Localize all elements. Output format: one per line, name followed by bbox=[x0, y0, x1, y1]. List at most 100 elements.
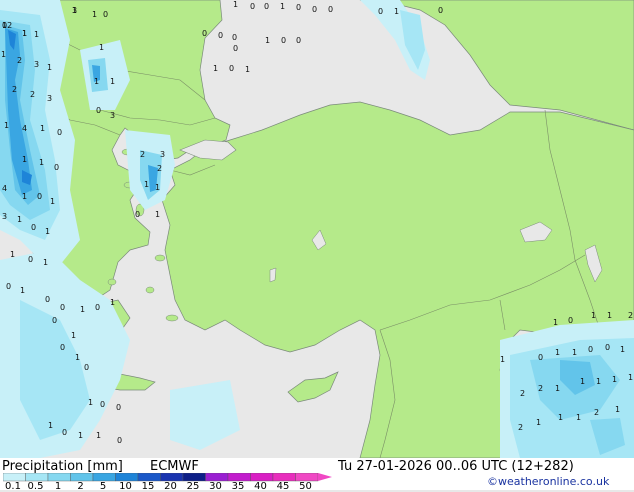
scale-swatch bbox=[25, 473, 49, 482]
scale-label: 10 bbox=[119, 481, 132, 492]
map-value: 3 bbox=[2, 212, 7, 221]
scale-label: 30 bbox=[209, 481, 222, 492]
map-value: 1 bbox=[75, 353, 80, 362]
map-value: 2 bbox=[538, 384, 543, 393]
map-value: 1 bbox=[39, 158, 44, 167]
scale-swatch bbox=[250, 473, 274, 482]
map-value: 1 bbox=[22, 155, 27, 164]
map-value: 1 bbox=[99, 43, 104, 52]
scale-swatch bbox=[205, 473, 229, 482]
map-value: 1 bbox=[265, 36, 270, 45]
scale-swatch bbox=[227, 473, 251, 482]
map-value: 0 bbox=[296, 36, 301, 45]
map-canvas: 1 2 1 3 1 0 1 1 1 0 0 1 0 0 0 0 1 0 0 0 0 1 0 0 0 1 0 1 1 2 3 1 2 2 3 1 4 1 0 1… bbox=[0, 0, 634, 458]
map-value: 1 bbox=[22, 29, 27, 38]
map-value: 1 bbox=[78, 431, 83, 440]
map-value: 0 bbox=[438, 6, 443, 15]
map-value: 2 bbox=[30, 90, 35, 99]
scale-swatch bbox=[182, 473, 206, 482]
map-value: 1 bbox=[536, 418, 541, 427]
map-value: 1 bbox=[591, 311, 596, 320]
map-value: 1 bbox=[576, 413, 581, 422]
scale-label: 5 bbox=[99, 481, 107, 492]
map-value: 1 bbox=[110, 298, 115, 307]
map-value: 0 bbox=[605, 343, 610, 352]
map-value: 0 bbox=[117, 436, 122, 445]
map-value: 1 bbox=[580, 377, 585, 386]
map-value: 1 bbox=[43, 258, 48, 267]
map-value: 1 bbox=[233, 0, 238, 9]
map-value: 1 bbox=[628, 373, 633, 382]
map-value: 2 bbox=[518, 423, 523, 432]
map-value: 0 bbox=[135, 210, 140, 219]
map-value: 0 bbox=[538, 353, 543, 362]
scale-label: 50 bbox=[299, 481, 312, 492]
scale-swatch bbox=[115, 473, 139, 482]
map-value: 1 bbox=[500, 355, 505, 364]
map-value: 2 bbox=[12, 85, 17, 94]
scale-label: 35 bbox=[231, 481, 245, 492]
map-value: 0 bbox=[202, 29, 207, 38]
scale-label: 1 bbox=[54, 481, 62, 492]
map-value: 0 bbox=[60, 303, 65, 312]
scale-swatch bbox=[3, 473, 26, 482]
map-value: 0 bbox=[328, 5, 333, 14]
map-value: 4 bbox=[22, 124, 27, 133]
map-value: 2 bbox=[520, 389, 525, 398]
map-value: 0 bbox=[28, 255, 33, 264]
map-value: 1 bbox=[96, 431, 101, 440]
map-value: 1 bbox=[22, 192, 27, 201]
map-value: 0 bbox=[281, 36, 286, 45]
scale-swatch bbox=[92, 473, 116, 482]
footer-copyright: ©weatheronline.co.uk bbox=[487, 475, 610, 488]
precipitation-map: 1 2 1 3 1 0 1 1 1 0 0 1 0 0 0 0 1 0 0 0 0 1 0 0 0 1 0 1 1 2 3 1 2 2 3 1 4 1 0 1… bbox=[0, 0, 634, 458]
map-value: 1 bbox=[40, 124, 45, 133]
map-value: 1 bbox=[20, 286, 25, 295]
map-value: 2 bbox=[140, 150, 145, 159]
map-value: 0 bbox=[57, 128, 62, 137]
map-value: 1 bbox=[144, 180, 149, 189]
map-value: 3 bbox=[110, 111, 115, 120]
footer-title: Precipitation [mm] bbox=[2, 459, 123, 474]
scale-label: 2 bbox=[77, 481, 84, 492]
map-value: 0 bbox=[116, 403, 121, 412]
map-value: 0 bbox=[250, 2, 255, 11]
scale-swatch bbox=[137, 473, 161, 482]
scale-swatch bbox=[47, 473, 71, 482]
map-value: 1 bbox=[88, 398, 93, 407]
map-value: 0 bbox=[378, 7, 383, 16]
map-value: 1 bbox=[94, 77, 99, 86]
scale-swatch bbox=[295, 473, 319, 482]
map-value: 1 bbox=[607, 311, 612, 320]
map-value: 1 bbox=[155, 183, 160, 192]
map-value: 0 bbox=[54, 163, 59, 172]
map-value: 1 bbox=[280, 2, 285, 11]
map-value: 0 bbox=[96, 106, 101, 115]
map-value: 2 bbox=[17, 56, 22, 65]
map-value: 3 bbox=[160, 150, 165, 159]
map-value: 4 bbox=[2, 184, 7, 193]
map-value: 1 bbox=[34, 30, 39, 39]
map-value: 1 bbox=[555, 384, 560, 393]
map-value: 1 bbox=[48, 421, 53, 430]
scale-label: 0.1 bbox=[5, 481, 21, 492]
footer-model: ECMWF bbox=[150, 459, 199, 474]
map-value: 0 bbox=[37, 192, 42, 201]
map-value: 1 bbox=[17, 215, 22, 224]
scale-label: 20 bbox=[164, 481, 177, 492]
map-value: 1 bbox=[612, 375, 617, 384]
map-value: 1 bbox=[45, 227, 50, 236]
map-value: 0 bbox=[568, 316, 573, 325]
map-value: 3 bbox=[47, 94, 52, 103]
map-value: 1 bbox=[92, 10, 97, 19]
map-value: 0 bbox=[60, 343, 65, 352]
map-value: 1 bbox=[155, 210, 160, 219]
map-value: 0 bbox=[95, 303, 100, 312]
map-value: 0 bbox=[84, 363, 89, 372]
map-value: 1 bbox=[394, 7, 399, 16]
map-value: 0 bbox=[233, 44, 238, 53]
map-value: 0 bbox=[100, 400, 105, 409]
map-value: 3 bbox=[34, 60, 39, 69]
map-value: 0 bbox=[232, 33, 237, 42]
map-value: 0 bbox=[229, 64, 234, 73]
